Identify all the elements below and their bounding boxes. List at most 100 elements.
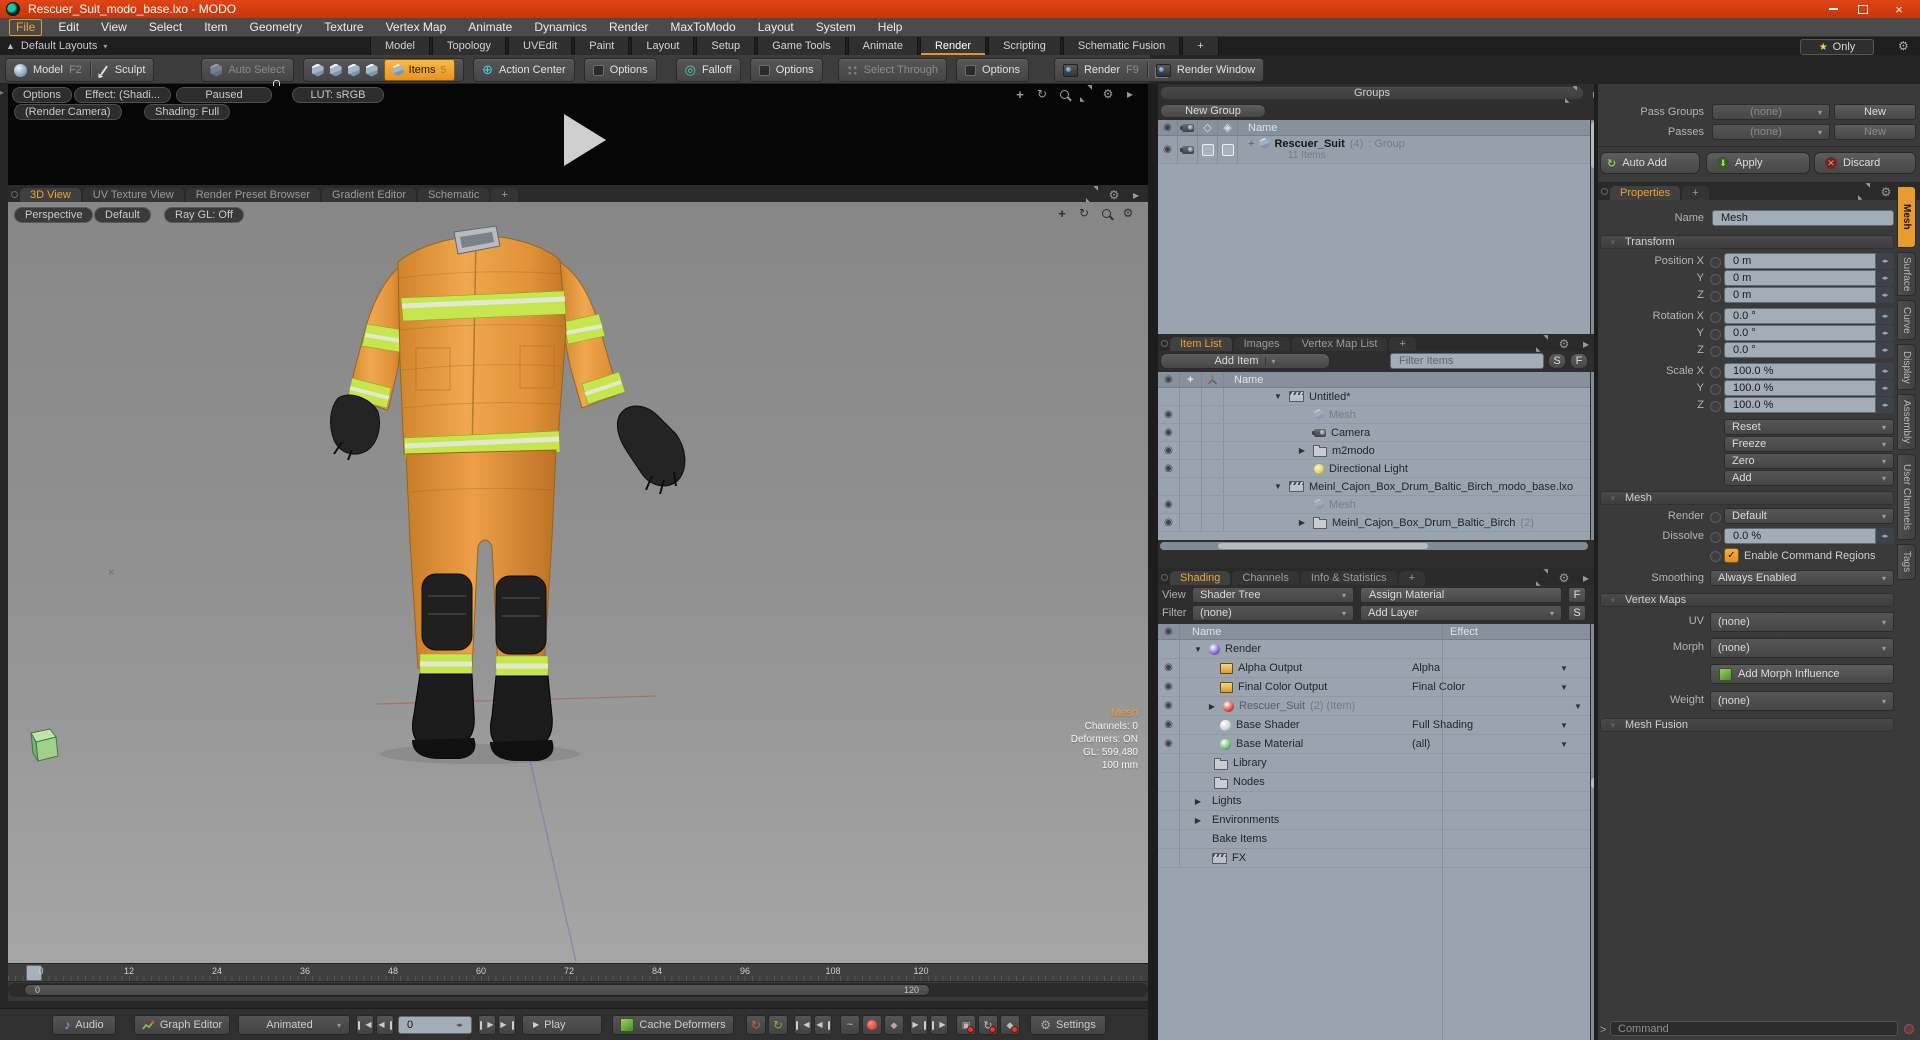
- gear-icon[interactable]: ⚙: [1106, 188, 1122, 202]
- auto-add-button[interactable]: ↻ Auto Add: [1600, 152, 1700, 174]
- passes-dropdown[interactable]: (none) ▾: [1712, 124, 1830, 140]
- menu-system[interactable]: System: [805, 20, 867, 35]
- shading-default-button[interactable]: Default: [94, 207, 151, 223]
- tab-add[interactable]: +: [1682, 186, 1709, 200]
- timeline-range-bar[interactable]: 0 120: [8, 983, 1148, 997]
- tab-render-preset-browser[interactable]: Render Preset Browser: [185, 188, 321, 202]
- prev-key-button[interactable]: ◀: [794, 1015, 812, 1035]
- current-frame-field[interactable]: 0 ◂▸: [398, 1016, 472, 1034]
- gear-icon[interactable]: ⚙: [1556, 571, 1572, 585]
- shader-row[interactable]: ▶ Environments: [1158, 811, 1590, 830]
- expand-icon[interactable]: [1534, 569, 1550, 587]
- collapse-twirl[interactable]: ▼: [1272, 482, 1284, 491]
- close-button[interactable]: ×: [1878, 0, 1920, 18]
- effect-dropdown[interactable]: ▼: [1572, 702, 1584, 711]
- layout-tab-paint[interactable]: Paint: [574, 37, 630, 55]
- mini-stepper[interactable]: ◂▸: [1876, 342, 1894, 358]
- collapse-twirl[interactable]: ▶: [1206, 702, 1218, 711]
- select-through-button[interactable]: Select Through: [837, 58, 948, 82]
- pan-icon[interactable]: +: [1054, 206, 1070, 220]
- side-tab-display[interactable]: Display: [1897, 344, 1916, 390]
- mini-stepper[interactable]: ◂▸: [1876, 397, 1894, 413]
- panel-arrow-icon[interactable]: ▸: [1578, 571, 1594, 585]
- vertex-maps-section-header[interactable]: ▼ Vertex Maps: [1600, 593, 1894, 607]
- channel-dot[interactable]: [1710, 512, 1721, 523]
- menu-select[interactable]: Select: [138, 20, 193, 35]
- cache-deformers-button[interactable]: Cache Deformers: [612, 1015, 734, 1035]
- time-marker-forward-icon[interactable]: ↻: [768, 1015, 788, 1035]
- new-group-button[interactable]: New Group: [1160, 104, 1266, 118]
- pass-groups-dropdown[interactable]: (none) ▾: [1712, 104, 1830, 120]
- preview-camera-button[interactable]: (Render Camera): [14, 104, 122, 120]
- raygl-button[interactable]: Ray GL: Off: [164, 207, 244, 223]
- scale-y-field[interactable]: 100.0 %: [1724, 380, 1876, 396]
- effect-dropdown[interactable]: ▼: [1558, 740, 1570, 749]
- effect-dropdown[interactable]: ▼: [1558, 683, 1570, 692]
- layout-gear-icon[interactable]: ⚙: [1898, 39, 1909, 53]
- play-overlay-icon[interactable]: [564, 114, 606, 166]
- item-row[interactable]: ◉ Directional Light: [1158, 460, 1590, 478]
- mini-stepper[interactable]: ◂▸: [1876, 380, 1894, 396]
- mini-stepper[interactable]: ◂▸: [1876, 287, 1894, 303]
- preview-paused-button[interactable]: Paused: [176, 87, 272, 103]
- item-row[interactable]: ◉ Mesh: [1158, 406, 1590, 424]
- vertices-mode-icon[interactable]: [311, 63, 324, 77]
- add-layer-dropdown[interactable]: Add Layer ▾: [1360, 605, 1562, 621]
- name-field[interactable]: Mesh: [1712, 210, 1894, 226]
- mini-stepper[interactable]: ◂▸: [1876, 528, 1894, 544]
- layout-tab-render[interactable]: Render: [919, 37, 987, 55]
- time-marker-back-icon[interactable]: ↻: [746, 1015, 766, 1035]
- position-x-field[interactable]: 0 m: [1724, 253, 1876, 269]
- layout-tab-animate[interactable]: Animate: [847, 37, 918, 55]
- mesh-fusion-section-header[interactable]: ▼ Mesh Fusion: [1600, 718, 1894, 732]
- new-pass-group-button[interactable]: New: [1834, 104, 1916, 120]
- filter-button[interactable]: F: [1568, 587, 1586, 603]
- anim-mode-dropdown[interactable]: Animated ▾: [238, 1015, 350, 1035]
- smoothing-dropdown[interactable]: Always Enabled ▾: [1710, 570, 1894, 586]
- item-row[interactable]: ◉ Camera: [1158, 424, 1590, 442]
- next-key-button[interactable]: ▶: [910, 1015, 928, 1035]
- default-layouts-button[interactable]: ▲ Default Layouts ▾: [6, 40, 107, 52]
- collapse-twirl[interactable]: ▶: [1192, 816, 1204, 825]
- expand-icon[interactable]: [1534, 335, 1550, 353]
- previous-frame-button[interactable]: ◀: [376, 1015, 394, 1035]
- orbit-icon[interactable]: ↻: [1076, 206, 1092, 220]
- only-toggle[interactable]: ★ Only: [1800, 39, 1874, 55]
- menu-maxtomodo[interactable]: MaxToModo: [659, 20, 746, 35]
- menu-layout[interactable]: Layout: [747, 20, 805, 35]
- tab-schematic[interactable]: Schematic: [418, 188, 490, 202]
- rotation-x-field[interactable]: 0.0 °: [1724, 308, 1876, 324]
- audio-button[interactable]: ♪ Audio: [52, 1015, 116, 1035]
- menu-render[interactable]: Render: [598, 20, 659, 35]
- firefighter-suit-model[interactable]: [8, 202, 1148, 963]
- checkbox[interactable]: [1218, 136, 1238, 163]
- discard-button[interactable]: ✕ Discard: [1814, 152, 1916, 174]
- tab-channels[interactable]: Channels: [1232, 571, 1299, 585]
- shader-row[interactable]: ▼ Render: [1158, 640, 1590, 659]
- channel-dot[interactable]: [1710, 401, 1721, 412]
- layout-tab-topology[interactable]: Topology: [431, 37, 507, 55]
- menu-view[interactable]: View: [90, 20, 138, 35]
- tab-item-list[interactable]: Item List: [1170, 337, 1232, 351]
- filter-button[interactable]: F: [1570, 353, 1588, 369]
- assign-material-button[interactable]: Assign Material: [1360, 587, 1562, 603]
- transform-section-header[interactable]: ▼ Transform: [1600, 235, 1894, 249]
- camera-visibility-icon[interactable]: [1178, 136, 1198, 163]
- mini-stepper[interactable]: ◂▸: [1876, 325, 1894, 341]
- render-dropdown[interactable]: Default ▾: [1724, 508, 1894, 524]
- falloff-button[interactable]: ◎ Falloff: [675, 58, 741, 82]
- rotation-z-field[interactable]: 0.0 °: [1724, 342, 1876, 358]
- shader-row[interactable]: ◉ ▶ Rescuer_Suit (2) (Item) ▼: [1158, 697, 1590, 716]
- tab-add[interactable]: +: [491, 188, 518, 202]
- filter-items-input[interactable]: Filter Items: [1390, 353, 1544, 369]
- selected-filter-button[interactable]: S: [1548, 353, 1566, 369]
- menu-file[interactable]: File: [9, 18, 43, 36]
- view-dropdown[interactable]: Shader Tree ▾: [1192, 587, 1354, 603]
- menu-help[interactable]: Help: [867, 20, 914, 35]
- position-y-field[interactable]: 0 m: [1724, 270, 1876, 286]
- channel-dot[interactable]: [1710, 384, 1721, 395]
- mini-stepper[interactable]: ◂▸: [1876, 308, 1894, 324]
- collapse-twirl[interactable]: ▶: [1192, 797, 1204, 806]
- side-tab-user-channels[interactable]: User Channels: [1897, 454, 1916, 540]
- enable-command-regions-checkbox[interactable]: ✓: [1724, 548, 1739, 563]
